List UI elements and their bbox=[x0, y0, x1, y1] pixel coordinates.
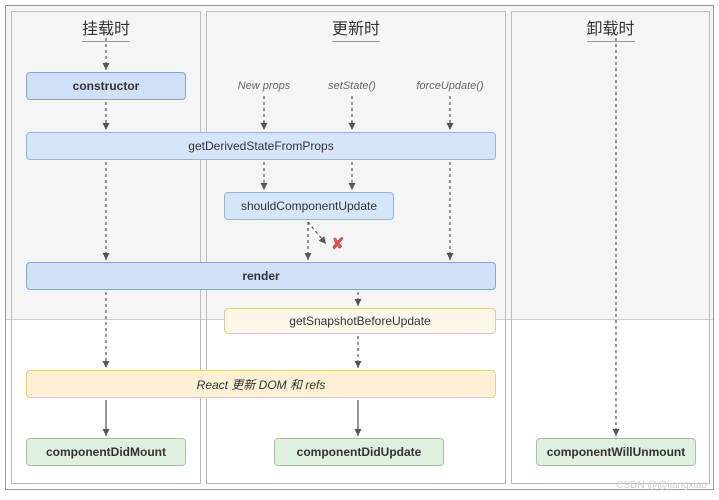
trigger-forceupdate: forceUpdate() bbox=[410, 80, 490, 92]
react-lifecycle-diagram: 挂载时 更新时 卸载时 New props setState() forceUp… bbox=[5, 5, 714, 490]
node-componentDidMount: componentDidMount bbox=[26, 438, 186, 466]
node-getDerivedStateFromProps: getDerivedStateFromProps bbox=[26, 132, 496, 160]
watermark: CSDN @@jiangxiao bbox=[616, 480, 707, 491]
node-componentWillUnmount: componentWillUnmount bbox=[536, 438, 696, 466]
column-unmount: 卸载时 bbox=[511, 11, 710, 484]
column-update-title: 更新时 bbox=[332, 15, 380, 42]
node-render: render bbox=[26, 262, 496, 290]
reject-icon: ✘ bbox=[331, 234, 344, 254]
node-constructor: constructor bbox=[26, 72, 186, 100]
node-react-updates-dom: React 更新 DOM 和 refs bbox=[26, 370, 496, 398]
column-unmount-title: 卸载时 bbox=[586, 15, 634, 42]
trigger-setstate: setState() bbox=[322, 80, 382, 92]
node-componentDidUpdate: componentDidUpdate bbox=[274, 438, 444, 466]
node-getSnapshotBeforeUpdate: getSnapshotBeforeUpdate bbox=[224, 308, 496, 334]
node-shouldComponentUpdate: shouldComponentUpdate bbox=[224, 192, 394, 220]
trigger-new-props: New props bbox=[234, 80, 294, 92]
column-mount-title: 挂载时 bbox=[82, 15, 130, 42]
